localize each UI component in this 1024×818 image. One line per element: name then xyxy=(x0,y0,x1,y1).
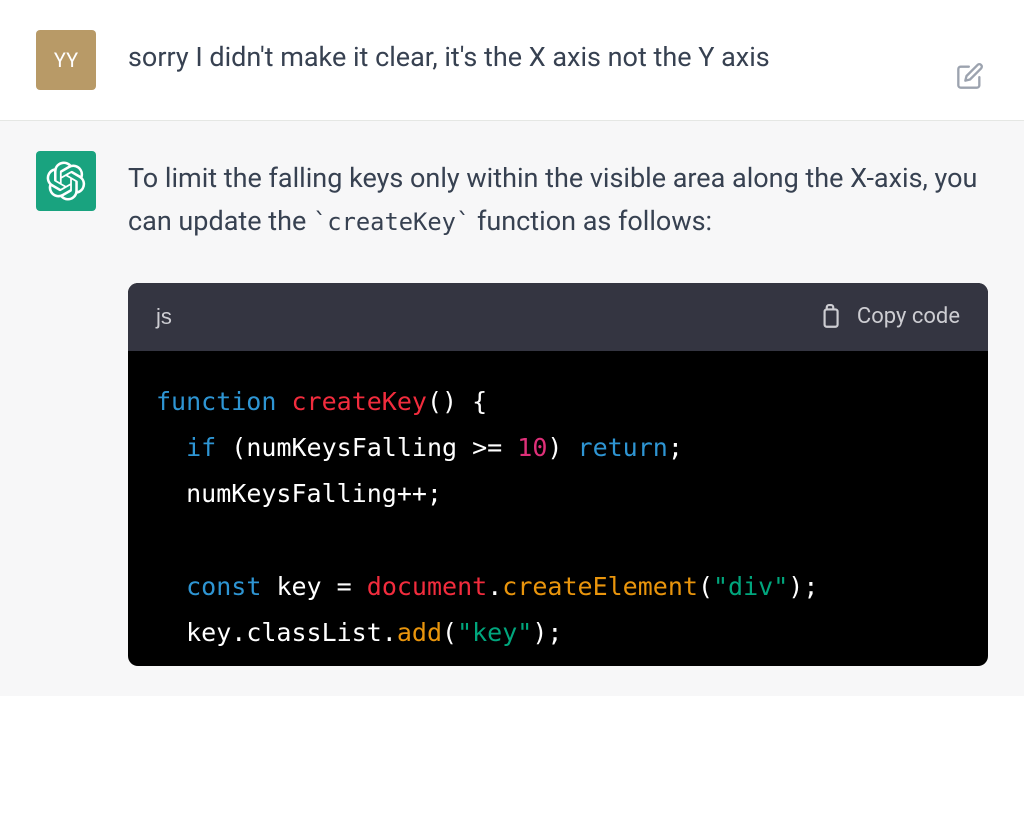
code-block-header: js Copy code xyxy=(128,283,988,350)
tok-punct: ) xyxy=(547,433,562,462)
user-message-content: sorry I didn't make it clear, it's the X… xyxy=(128,30,988,90)
tok-punct: ( xyxy=(231,433,246,462)
tok-string: "key" xyxy=(457,618,532,647)
tok-call: add xyxy=(397,618,442,647)
clipboard-icon xyxy=(817,304,843,330)
tok-keyword: return xyxy=(578,433,668,462)
tok-number: 10 xyxy=(517,433,547,462)
code-block: js Copy code function createKey() { if (… xyxy=(128,283,988,666)
tok-function-name: createKey xyxy=(291,387,426,416)
tok-punct: ) xyxy=(442,387,457,416)
tok-identifier: key xyxy=(186,618,231,647)
tok-punct: ) xyxy=(788,572,803,601)
user-avatar-initials: YY xyxy=(54,48,78,72)
tok-identifier: key xyxy=(276,572,321,601)
user-message-text: sorry I didn't make it clear, it's the X… xyxy=(128,36,988,79)
tok-keyword: function xyxy=(156,387,276,416)
assistant-avatar xyxy=(36,151,96,211)
tok-call: createElement xyxy=(502,572,698,601)
edit-icon xyxy=(956,62,984,90)
tok-operator: >= xyxy=(472,433,502,462)
copy-code-button[interactable]: Copy code xyxy=(817,299,960,334)
user-message-row: YY sorry I didn't make it clear, it's th… xyxy=(0,0,1024,121)
tok-keyword: const xyxy=(186,572,261,601)
inline-code-text: createKey xyxy=(327,208,456,236)
assistant-message-paragraph: To limit the falling keys only within th… xyxy=(128,157,988,243)
tok-string: "div" xyxy=(713,572,788,601)
code-content[interactable]: function createKey() { if (numKeysFallin… xyxy=(128,351,988,667)
assistant-text-after: function as follows: xyxy=(470,205,712,237)
code-language-label: js xyxy=(156,299,172,334)
assistant-message-row: To limit the falling keys only within th… xyxy=(0,121,1024,696)
tok-identifier: document xyxy=(367,572,487,601)
tok-punct: . xyxy=(231,618,246,647)
edit-button[interactable] xyxy=(956,62,984,90)
inline-code: `createKey` xyxy=(313,208,470,236)
tok-punct: ) xyxy=(532,618,547,647)
tok-punct: ; xyxy=(803,572,818,601)
tok-punct: ; xyxy=(547,618,562,647)
tok-punct: ( xyxy=(698,572,713,601)
tok-operator: = xyxy=(337,572,352,601)
tok-punct: { xyxy=(472,387,487,416)
tok-identifier: classList xyxy=(246,618,381,647)
copy-code-label: Copy code xyxy=(857,299,960,334)
tok-identifier: numKeysFalling++; xyxy=(186,479,442,508)
tok-keyword: if xyxy=(186,433,216,462)
tok-punct: . xyxy=(382,618,397,647)
openai-logo-icon xyxy=(46,161,86,201)
user-avatar: YY xyxy=(36,30,96,90)
tok-punct: ; xyxy=(668,433,683,462)
tok-punct: ( xyxy=(427,387,442,416)
assistant-message-content: To limit the falling keys only within th… xyxy=(128,151,988,666)
tok-identifier: numKeysFalling xyxy=(246,433,457,462)
tok-punct: . xyxy=(487,572,502,601)
tok-punct: ( xyxy=(442,618,457,647)
